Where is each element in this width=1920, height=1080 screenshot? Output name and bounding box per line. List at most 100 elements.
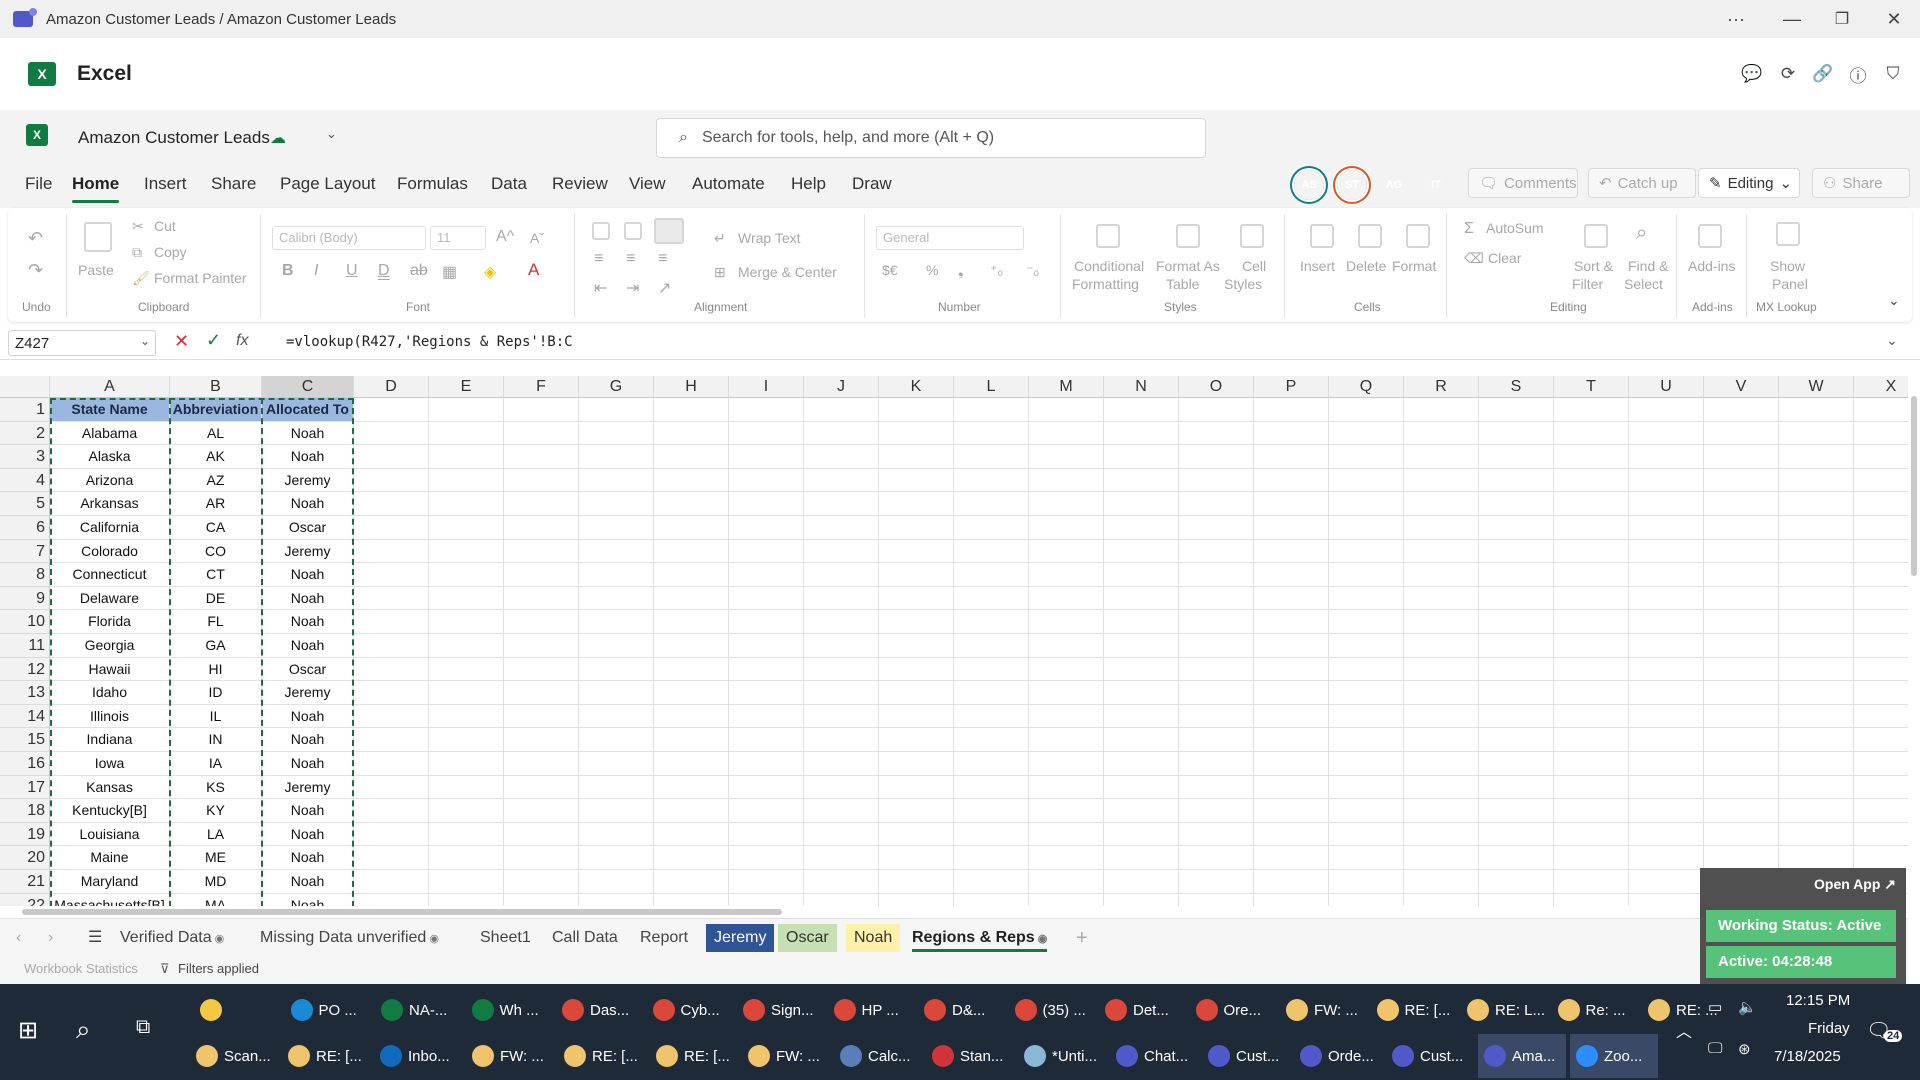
table-cell[interactable]	[804, 586, 879, 611]
increase-font-icon[interactable]: A^	[496, 228, 514, 246]
table-cell[interactable]	[729, 775, 804, 800]
table-cell[interactable]	[1479, 657, 1554, 682]
table-cell[interactable]	[1404, 563, 1479, 587]
select-all-corner[interactable]	[0, 376, 50, 398]
table-cell[interactable]	[1329, 799, 1404, 823]
table-cell[interactable]	[1404, 775, 1479, 800]
table-cell[interactable]	[579, 563, 654, 587]
decrease-indent-icon[interactable]: ⇤	[594, 278, 607, 298]
table-cell[interactable]	[429, 492, 504, 516]
tab-insert[interactable]: Insert	[144, 174, 187, 194]
table-cell[interactable]	[729, 610, 804, 634]
table-cell[interactable]	[1329, 775, 1404, 800]
table-cell[interactable]	[1479, 539, 1554, 564]
table-cell[interactable]	[1554, 516, 1629, 540]
table-cell[interactable]	[654, 492, 729, 516]
wifi-icon[interactable]: ⊛	[1738, 1040, 1751, 1058]
taskbar-app-button[interactable]: Zoo...	[1570, 1034, 1658, 1078]
row-header[interactable]: 7	[0, 539, 50, 564]
table-cell[interactable]	[1404, 728, 1479, 752]
table-cell[interactable]: Noah	[262, 822, 354, 847]
undo-icon[interactable]: ↶	[28, 228, 43, 249]
table-cell[interactable]	[504, 398, 579, 422]
table-cell[interactable]	[1779, 822, 1854, 847]
table-cell[interactable]	[1029, 728, 1104, 752]
table-cell[interactable]	[1254, 539, 1329, 564]
table-cell[interactable]	[1254, 728, 1329, 752]
table-cell[interactable]	[354, 704, 429, 729]
table-cell[interactable]	[879, 610, 954, 634]
table-cell[interactable]	[1629, 492, 1704, 516]
header-cell[interactable]: Allocated To	[262, 398, 354, 422]
table-cell[interactable]	[654, 870, 729, 894]
column-header[interactable]: Q	[1329, 376, 1404, 398]
table-cell[interactable]	[1854, 728, 1908, 752]
more-options-button[interactable]: ···	[1718, 0, 1754, 38]
table-cell[interactable]	[1479, 822, 1554, 847]
taskbar-app-button[interactable]: Stan...	[926, 1034, 1014, 1078]
table-cell[interactable]	[1029, 893, 1104, 906]
table-cell[interactable]	[1329, 492, 1404, 516]
table-cell[interactable]	[1704, 822, 1779, 847]
table-cell[interactable]	[879, 870, 954, 894]
table-cell[interactable]	[879, 539, 954, 564]
table-cell[interactable]	[1029, 704, 1104, 729]
table-cell[interactable]	[429, 398, 504, 422]
wrap-text-button[interactable]: Wrap Text	[738, 230, 801, 246]
table-cell[interactable]	[1479, 634, 1554, 658]
table-cell[interactable]	[579, 799, 654, 823]
table-cell[interactable]	[654, 657, 729, 682]
table-cell[interactable]	[1254, 681, 1329, 705]
table-cell[interactable]	[1554, 421, 1629, 446]
table-cell[interactable]	[1329, 445, 1404, 469]
table-cell[interactable]: AK	[170, 445, 262, 469]
table-cell[interactable]	[1029, 822, 1104, 847]
table-cell[interactable]	[879, 563, 954, 587]
taskbar-app-button[interactable]: HP ...	[828, 988, 915, 1032]
table-cell[interactable]	[1404, 516, 1479, 540]
table-cell[interactable]	[804, 728, 879, 752]
table-cell[interactable]	[1179, 728, 1254, 752]
table-cell[interactable]	[1329, 539, 1404, 564]
table-cell[interactable]	[429, 799, 504, 823]
table-cell[interactable]	[1779, 586, 1854, 611]
find-select-button[interactable]: Find &	[1628, 258, 1668, 274]
tab-page-layout[interactable]: Page Layout	[280, 174, 375, 194]
table-cell[interactable]	[1704, 728, 1779, 752]
table-cell[interactable]: Maine	[50, 846, 170, 870]
decrease-decimal-icon[interactable]: ⁻₀	[1026, 262, 1039, 279]
sheet-tab[interactable]: Missing Data unverified ◉	[252, 924, 447, 952]
table-cell[interactable]	[1179, 822, 1254, 847]
table-cell[interactable]	[1479, 752, 1554, 776]
row-header[interactable]: 2	[0, 421, 50, 446]
table-cell[interactable]	[504, 634, 579, 658]
table-cell[interactable]	[429, 775, 504, 800]
table-cell[interactable]: Idaho	[50, 681, 170, 705]
table-cell[interactable]	[1554, 657, 1629, 682]
taskbar-app-button[interactable]: FW: ...	[742, 1034, 830, 1078]
header-cell[interactable]: Abbreviation	[170, 398, 262, 422]
table-cell[interactable]	[729, 681, 804, 705]
link-icon[interactable]: 🔗	[1811, 62, 1835, 86]
battery-icon[interactable]: ▭	[1708, 998, 1722, 1016]
table-cell[interactable]	[1029, 610, 1104, 634]
row-header[interactable]: 3	[0, 445, 50, 469]
table-cell[interactable]: Jeremy	[262, 468, 354, 493]
row-header[interactable]: 22	[0, 893, 50, 906]
bold-icon[interactable]: B	[282, 262, 294, 280]
table-cell[interactable]	[1029, 634, 1104, 658]
table-cell[interactable]	[1704, 752, 1779, 776]
table-cell[interactable]	[1629, 893, 1704, 906]
show-panel-button[interactable]: Show	[1770, 258, 1805, 274]
table-cell[interactable]	[1404, 657, 1479, 682]
column-header[interactable]: U	[1629, 376, 1704, 398]
table-cell[interactable]	[1779, 421, 1854, 446]
taskbar-app-button[interactable]: D&...	[918, 988, 1005, 1032]
table-cell[interactable]	[1254, 704, 1329, 729]
table-cell[interactable]	[1179, 634, 1254, 658]
table-cell[interactable]	[879, 398, 954, 422]
table-cell[interactable]: Noah	[262, 492, 354, 516]
column-header[interactable]: J	[804, 376, 879, 398]
table-cell[interactable]	[1704, 634, 1779, 658]
table-cell[interactable]: AR	[170, 492, 262, 516]
